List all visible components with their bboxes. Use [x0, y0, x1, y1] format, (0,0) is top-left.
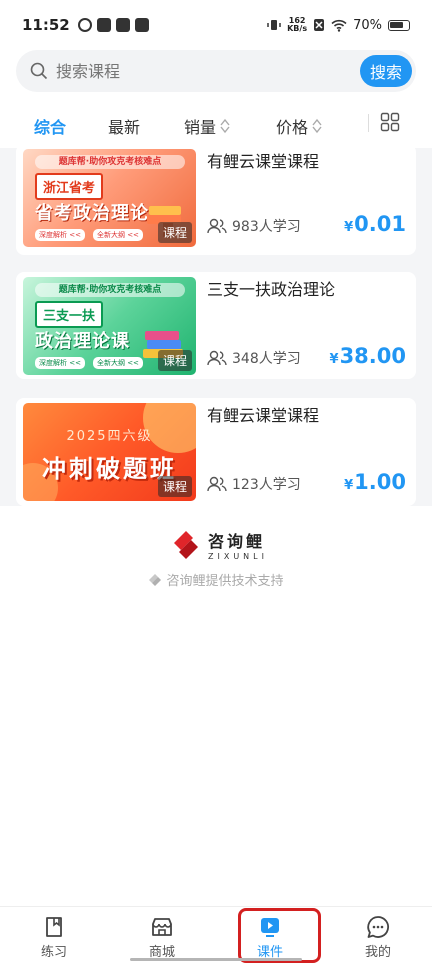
brand-name-cn: 咨询鲤: [208, 532, 266, 551]
course-thumbnail: 2025四六级 冲刺破题班 课程: [23, 403, 196, 501]
sort-label: 综合: [34, 118, 67, 137]
status-bar: 11:52 162 KB/s 70%: [0, 0, 432, 50]
search-input[interactable]: [56, 61, 360, 81]
course-thumbnail: 题库帮·助你攻克考核难点 浙江省考 省考政治理论 深度解析 << 全新大纲 <<…: [23, 149, 196, 247]
student-count-text: 123人学习: [232, 477, 301, 493]
thumb-subtag: 深度解析 <<: [35, 357, 85, 369]
tab-mine[interactable]: 我的: [348, 915, 408, 960]
battery-percent: 70%: [353, 17, 382, 33]
course-thumbnail: 题库帮·助你攻克考核难点 三支一扶 政治理论课 深度解析 << 全新大纲 << …: [23, 277, 196, 375]
tab-mall[interactable]: 商城: [132, 915, 192, 960]
student-count: 983人学习: [207, 216, 301, 236]
search-button[interactable]: 搜索: [360, 55, 412, 87]
play-icon: [115, 18, 130, 32]
course-card[interactable]: 2025四六级 冲刺破题班 课程 有鲤云课堂课程 123人学习 ¥1.00: [16, 398, 416, 506]
sort-label: 价格: [276, 118, 309, 137]
sort-price[interactable]: 价格: [276, 114, 322, 138]
sort-divider: [368, 114, 369, 132]
notification-icons: [77, 18, 149, 32]
mail-icon: [134, 18, 149, 32]
sort-toggle-icon: [312, 117, 322, 135]
sort-label: 最新: [108, 118, 141, 137]
currency-symbol: ¥: [344, 220, 354, 235]
thumb-headline: 省考政治理论: [35, 203, 149, 224]
course-price: ¥0.01: [344, 212, 406, 236]
mall-icon: [152, 918, 172, 936]
thumb-subtags: 深度解析 << 全新大纲 <<: [35, 229, 143, 241]
users-icon: [207, 218, 227, 234]
thumb-subtag: 深度解析 <<: [35, 229, 85, 241]
course-list: 题库帮·助你攻克考核难点 浙江省考 省考政治理论 深度解析 << 全新大纲 <<…: [0, 148, 432, 506]
course-card[interactable]: 题库帮·助你攻克考核难点 浙江省考 省考政治理论 深度解析 << 全新大纲 <<…: [16, 148, 416, 255]
thumb-subtag: 全新大纲 <<: [92, 229, 143, 241]
chat-bubble-icon: [367, 916, 389, 938]
home-indicator[interactable]: [130, 958, 302, 961]
no-sim-icon: [314, 19, 325, 31]
brand-mini-icon: [149, 573, 162, 586]
status-time: 11:52: [22, 16, 70, 34]
currency-symbol: ¥: [344, 478, 354, 493]
tab-practice[interactable]: 练习: [24, 915, 84, 960]
grid-view-icon[interactable]: [380, 112, 400, 132]
sort-bar: 综合 最新 销量 价格: [0, 98, 432, 148]
price-value: 38.00: [339, 344, 406, 368]
tech-support-text: 咨询鲤提供技术支持: [166, 574, 284, 589]
brand-footer: 咨询鲤 ZIXUNLI 咨询鲤提供技术支持: [0, 506, 432, 906]
thumb-subtags: 深度解析 << 全新大纲 <<: [35, 357, 143, 369]
thumb-banner: 题库帮·助你攻克考核难点: [35, 155, 185, 169]
course-title: 三支一扶政治理论: [207, 280, 336, 299]
wifi-icon: [331, 19, 347, 32]
course-price: ¥38.00: [330, 344, 406, 368]
sort-comprehensive[interactable]: 综合: [34, 114, 66, 138]
sync-icon: [77, 18, 92, 32]
thumb-subtag: 全新大纲 <<: [92, 357, 143, 369]
price-value: 1.00: [354, 470, 406, 494]
student-count-text: 983人学习: [232, 219, 301, 235]
network-speed: 162 KB/s: [287, 17, 307, 33]
users-icon: [207, 350, 227, 366]
price-value: 0.01: [354, 212, 406, 236]
currency-symbol: ¥: [329, 352, 339, 367]
sort-sales[interactable]: 销量: [184, 114, 230, 138]
course-title: 有鲤云课堂课程: [207, 152, 320, 171]
thumb-year: 2025四六级: [66, 429, 153, 444]
search-box: 搜索: [16, 50, 416, 92]
app-icon: [96, 18, 111, 32]
highlight-box: [238, 908, 321, 963]
search-bar: 搜索: [0, 50, 432, 98]
practice-icon: [46, 917, 62, 937]
course-tag: 课程: [157, 476, 192, 497]
thumb-banner: 题库帮·助你攻克考核难点: [35, 283, 185, 297]
bottom-tabbar: 练习 商城 课件 我的: [0, 906, 432, 964]
sort-newest[interactable]: 最新: [108, 114, 140, 138]
thumb-label: 三支一扶: [35, 301, 104, 328]
course-tag: 课程: [157, 350, 192, 371]
search-icon: [30, 62, 48, 80]
tab-label: 练习: [40, 945, 67, 960]
thumb-headline: 政治理论课: [35, 331, 130, 352]
brand-logo-icon: [174, 530, 198, 559]
status-right: 162 KB/s 70%: [267, 17, 410, 33]
users-icon: [207, 476, 227, 492]
speed-unit: KB/s: [287, 24, 308, 33]
course-price: ¥1.00: [344, 470, 406, 494]
battery-icon: [388, 19, 410, 31]
vibrate-icon: [267, 20, 281, 30]
tab-label: 我的: [364, 945, 391, 960]
course-title: 有鲤云课堂课程: [207, 406, 320, 425]
course-card[interactable]: 题库帮·助你攻克考核难点 三支一扶 政治理论课 深度解析 << 全新大纲 << …: [16, 272, 416, 379]
sort-toggle-icon: [220, 117, 230, 135]
brand-logo: 咨询鲤 ZIXUNLI: [170, 528, 268, 561]
course-tag: 课程: [157, 222, 192, 243]
student-count: 123人学习: [207, 474, 301, 494]
brand-name-en: ZIXUNLI: [208, 552, 268, 561]
thumb-label: 浙江省考: [35, 173, 104, 200]
student-count: 348人学习: [207, 348, 301, 368]
student-count-text: 348人学习: [232, 351, 301, 367]
tech-support: 咨询鲤提供技术支持: [0, 570, 432, 589]
sort-label: 销量: [184, 118, 217, 137]
